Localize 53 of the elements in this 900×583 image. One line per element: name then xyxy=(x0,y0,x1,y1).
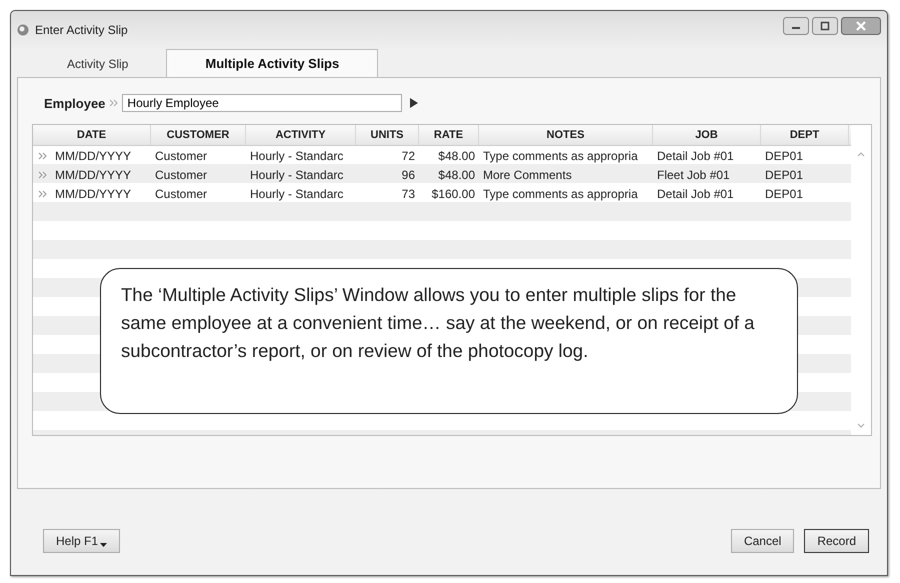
table-cell-text: DEP01 xyxy=(764,186,804,200)
window-title: Enter Activity Slip xyxy=(35,23,128,37)
chevron-icon xyxy=(109,99,118,107)
table-cell-text: Customer xyxy=(154,186,208,200)
employee-field[interactable]: Hourly Employee xyxy=(122,94,402,112)
table-cell-text: More Comments xyxy=(482,168,573,182)
table-cell-text: MM/DD/YYYY xyxy=(54,186,132,200)
table-cell-text: Detail Job #01 xyxy=(656,148,735,162)
callout-text: The ‘Multiple Activity Slips’ Window allows you to enter multiple slips for the same employee at a convenient time… say at the weekend, or on receipt of a subcontractor’s report, or on review of the photocopy log. xyxy=(100,268,798,414)
column-header[interactable]: ACTIVITY xyxy=(246,125,356,145)
column-header[interactable]: DATE xyxy=(33,125,151,145)
table-cell-text: 96 xyxy=(400,168,416,182)
column-header[interactable]: CUSTOMER xyxy=(151,125,246,145)
caret-icon xyxy=(100,542,108,548)
column-header[interactable]: JOB xyxy=(653,125,761,145)
minimize-button[interactable] xyxy=(783,17,809,35)
table-cell-text: DEP01 xyxy=(764,168,804,182)
table-cell-text: Customer xyxy=(154,168,208,182)
scroll-up-icon[interactable] xyxy=(857,151,865,157)
table-cell-text: $48.00 xyxy=(437,168,476,182)
employee-label: Employee xyxy=(44,96,106,110)
row-chevron-icon[interactable] xyxy=(37,170,49,178)
close-button[interactable] xyxy=(841,17,881,35)
record-button[interactable]: Record xyxy=(804,529,869,553)
table-cell-text: Type comments as appropria xyxy=(482,148,639,162)
table-cell-text: Detail Job #01 xyxy=(656,186,735,200)
tab[interactable]: Activity Slip xyxy=(29,51,166,77)
column-header[interactable]: DEPT xyxy=(761,125,849,145)
column-header[interactable]: NOTES xyxy=(479,125,653,145)
table-cell-text: MM/DD/YYYY xyxy=(54,168,132,182)
table-cell-text: Hourly - Standarc xyxy=(249,148,344,162)
table-cell-text: MM/DD/YYYY xyxy=(54,148,132,162)
table-cell-text: Hourly - Standarc xyxy=(249,168,344,182)
help-button[interactable]: Help F1 xyxy=(43,529,120,553)
table-cell-text: Hourly - Standarc xyxy=(249,186,344,200)
table-cell-text: $48.00 xyxy=(437,148,476,162)
maximize-button[interactable] xyxy=(812,17,838,35)
table-cell-text: Fleet Job #01 xyxy=(656,168,731,182)
cancel-button[interactable]: Cancel xyxy=(730,529,794,553)
table-cell-text: 73 xyxy=(400,186,416,200)
column-header[interactable]: UNITS xyxy=(356,125,419,145)
app-icon xyxy=(17,24,29,36)
tab[interactable]: Multiple Activity Slips xyxy=(166,49,378,77)
row-chevron-icon[interactable] xyxy=(37,190,49,198)
table-cell-text: Type comments as appropria xyxy=(482,186,639,200)
scroll-down-icon[interactable] xyxy=(857,423,865,429)
table-cell-text: 72 xyxy=(400,148,416,162)
table-cell-text: Customer xyxy=(154,148,208,162)
table-cell-text: DEP01 xyxy=(764,148,804,162)
table-cell-text: $160.00 xyxy=(430,186,476,200)
column-header[interactable]: RATE xyxy=(419,125,479,145)
play-icon[interactable] xyxy=(410,98,418,108)
row-chevron-icon[interactable] xyxy=(37,152,49,160)
